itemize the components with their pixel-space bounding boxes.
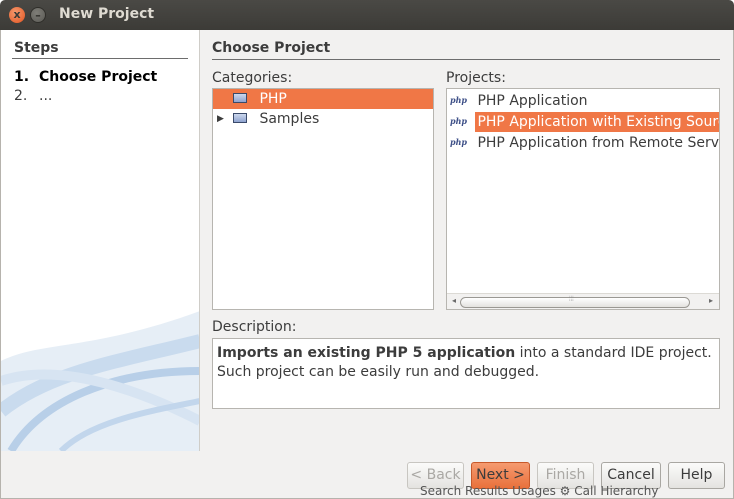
decorative-swoosh-image	[1, 311, 199, 451]
php-icon: php	[450, 116, 468, 126]
project-label: PHP Application	[477, 93, 588, 109]
category-item-php[interactable]: PHP	[213, 89, 433, 109]
projects-list[interactable]: php PHP Application php PHP Application …	[446, 88, 720, 310]
background-window-tabs: Search Results Usages ⚙ Call Hierarchy	[420, 484, 659, 498]
expand-arrow-icon[interactable]: ▶	[217, 109, 224, 129]
steps-panel: Steps 1. Choose Project 2....	[1, 30, 200, 451]
window-title: New Project	[59, 6, 155, 22]
steps-title: Steps	[14, 40, 59, 56]
scrollbar-thumb[interactable]: ⦙⦙⦙	[460, 295, 690, 308]
section-title: Choose Project	[212, 40, 331, 56]
horizontal-scrollbar[interactable]: ◂ ⦙⦙⦙ ▸	[447, 293, 719, 309]
scroll-left-arrow-icon[interactable]: ◂	[452, 296, 456, 305]
projects-label: Projects:	[446, 70, 506, 86]
categories-list[interactable]: PHP ▶ Samples	[212, 88, 434, 310]
steps-divider	[12, 58, 188, 59]
title-bar: x – New Project	[0, 0, 734, 30]
section-divider	[212, 59, 720, 60]
project-item-remote-server[interactable]: php PHP Application from Remote Server	[447, 133, 719, 153]
scroll-right-arrow-icon[interactable]: ▸	[709, 296, 713, 305]
step-number: 2.	[14, 88, 28, 104]
folder-icon	[233, 112, 247, 123]
php-icon: php	[450, 137, 468, 147]
categories-label: Categories:	[212, 70, 293, 86]
php-icon: php	[450, 95, 468, 105]
step-label: ...	[39, 88, 53, 104]
category-label: PHP	[259, 91, 287, 107]
project-label: PHP Application with Existing Sources	[475, 112, 719, 132]
description-text: Imports an existing PHP 5 application in…	[217, 344, 715, 382]
category-label: Samples	[259, 111, 320, 127]
dialog-body: Steps 1. Choose Project 2.... Choose Proj…	[0, 30, 734, 499]
project-item-existing-sources[interactable]: php PHP Application with Existing Source…	[447, 112, 719, 132]
step-1: 1. Choose Project	[14, 69, 157, 85]
description-bold-text: Imports an existing PHP 5 application	[217, 345, 516, 361]
step-2: 2....	[14, 88, 52, 104]
folder-icon	[233, 92, 247, 103]
description-box: Imports an existing PHP 5 application in…	[212, 338, 720, 409]
scrollbar-grip-icon: ⦙⦙⦙	[569, 295, 574, 303]
minimize-window-button[interactable]: –	[30, 7, 46, 23]
step-label: Choose Project	[39, 69, 158, 85]
close-window-button[interactable]: x	[9, 7, 25, 23]
step-number: 1.	[14, 69, 30, 85]
category-item-samples[interactable]: ▶ Samples	[213, 109, 433, 129]
project-label: PHP Application from Remote Server	[477, 135, 719, 151]
description-label: Description:	[212, 319, 297, 335]
project-item-php-application[interactable]: php PHP Application	[447, 91, 719, 111]
